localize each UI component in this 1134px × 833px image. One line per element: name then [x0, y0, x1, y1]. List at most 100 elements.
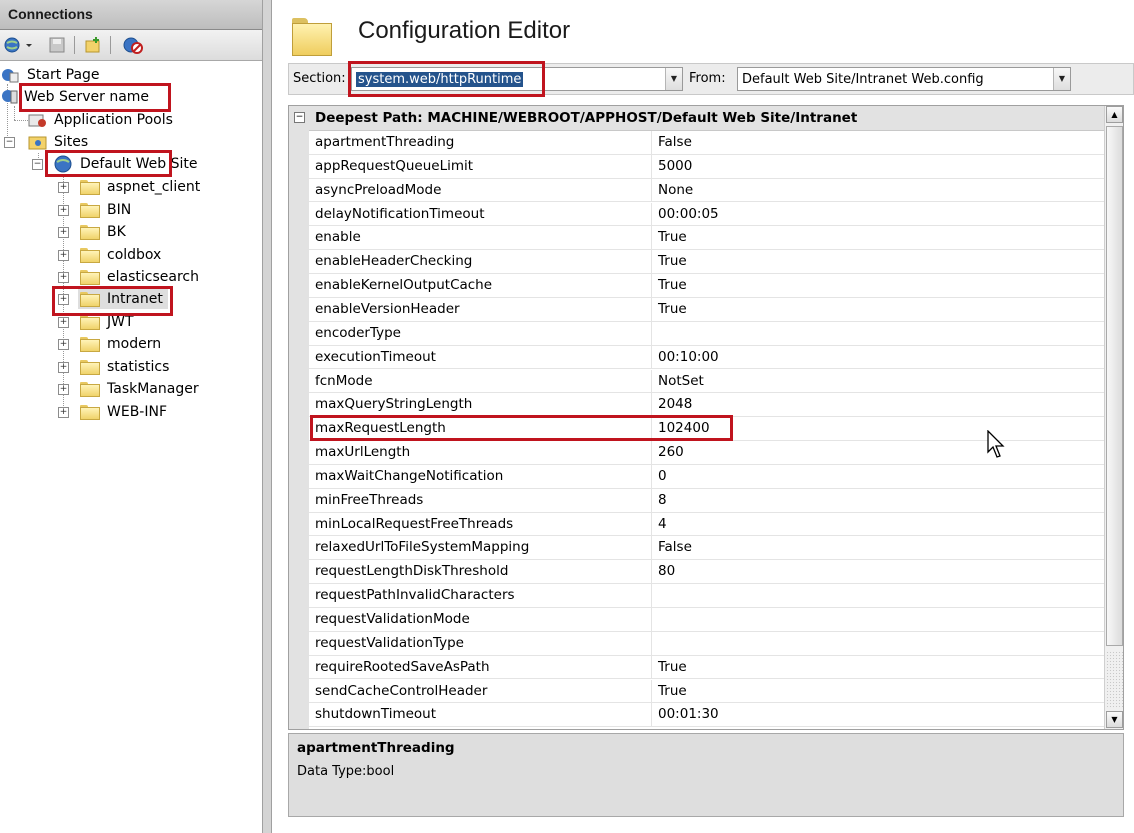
highlight-box-site: [45, 150, 172, 177]
property-row[interactable]: enableKernelOutputCache True: [309, 274, 1105, 298]
tree-item-label: elasticsearch: [107, 269, 199, 285]
property-row[interactable]: appRequestQueueLimit 5000: [309, 154, 1105, 179]
tree-item-folder[interactable]: + elasticsearch: [0, 267, 250, 287]
property-row[interactable]: minFreeThreads 8: [309, 488, 1105, 513]
application-pools-icon: [28, 114, 46, 127]
property-name: executionTimeout: [315, 348, 436, 365]
property-value[interactable]: 00:00:05: [658, 206, 719, 222]
tree-item-start-page[interactable]: Start Page: [0, 65, 250, 85]
property-value[interactable]: True: [658, 253, 687, 269]
property-value[interactable]: 260: [658, 444, 684, 460]
expand-icon[interactable]: +: [58, 250, 69, 261]
property-row[interactable]: encoderType: [309, 321, 1105, 346]
vertical-scrollbar[interactable]: ▲ ▼: [1104, 106, 1123, 729]
collapse-icon[interactable]: −: [294, 112, 305, 123]
property-value[interactable]: False: [658, 539, 692, 555]
tree-item-folder[interactable]: + BK: [0, 222, 250, 242]
property-row[interactable]: asyncPreloadMode None: [309, 178, 1105, 203]
property-name: enableHeaderChecking: [315, 253, 473, 270]
scroll-thumb[interactable]: [1106, 126, 1123, 646]
deepest-path-header[interactable]: − Deepest Path: MACHINE/WEBROOT/APPHOST/…: [289, 106, 1105, 131]
pane-splitter[interactable]: [262, 0, 272, 833]
property-value[interactable]: True: [658, 229, 687, 245]
expand-icon[interactable]: +: [58, 182, 69, 193]
expand-icon[interactable]: +: [58, 205, 69, 216]
tree-item-folder[interactable]: + modern: [0, 334, 250, 354]
property-row[interactable]: relaxedUrlToFileSystemMapping False: [309, 536, 1105, 561]
property-value[interactable]: 80: [658, 563, 675, 579]
property-value[interactable]: 8: [658, 492, 667, 508]
property-value[interactable]: NotSet: [658, 373, 704, 389]
property-value[interactable]: 00:01:30: [658, 706, 719, 722]
property-row[interactable]: requestPathInvalidCharacters: [309, 584, 1105, 608]
tree-item-folder[interactable]: + WEB-INF: [0, 402, 250, 422]
property-value[interactable]: True: [658, 683, 687, 699]
property-value[interactable]: None: [658, 182, 693, 198]
chevron-down-icon[interactable]: ▼: [665, 68, 682, 90]
property-value[interactable]: 0: [658, 468, 667, 484]
expand-icon[interactable]: +: [58, 384, 69, 395]
expand-icon[interactable]: +: [58, 272, 69, 283]
expand-icon[interactable]: +: [58, 317, 69, 328]
tree-item-folder[interactable]: + coldbox: [0, 245, 250, 265]
property-description: apartmentThreading Data Type:bool: [288, 733, 1124, 817]
property-row[interactable]: shutdownTimeout 00:01:30: [309, 703, 1105, 728]
tree-item-folder[interactable]: + statistics: [0, 357, 250, 377]
property-row[interactable]: requestValidationMode: [309, 608, 1105, 632]
save-icon[interactable]: [48, 36, 66, 54]
expand-icon[interactable]: +: [58, 407, 69, 418]
disconnect-icon[interactable]: [122, 36, 144, 54]
property-name: requestPathInvalidCharacters: [315, 587, 515, 604]
property-value[interactable]: False: [658, 134, 692, 150]
scroll-up-icon[interactable]: ▲: [1106, 106, 1123, 123]
property-row[interactable]: requestLengthDiskThreshold 80: [309, 560, 1105, 585]
property-row[interactable]: delayNotificationTimeout 00:00:05: [309, 202, 1105, 227]
property-value[interactable]: True: [658, 301, 687, 317]
collapse-icon[interactable]: −: [4, 137, 15, 148]
property-value[interactable]: True: [658, 277, 687, 293]
property-row[interactable]: maxWaitChangeNotification 0: [309, 464, 1105, 489]
property-value[interactable]: True: [658, 659, 687, 675]
from-combobox[interactable]: Default Web Site/Intranet Web.config ▼: [737, 67, 1071, 91]
connect-globe-icon[interactable]: [4, 36, 22, 54]
property-name: delayNotificationTimeout: [315, 205, 485, 222]
expand-icon[interactable]: +: [58, 362, 69, 373]
property-row[interactable]: enableVersionHeader True: [309, 297, 1105, 322]
page-title: Configuration Editor: [358, 17, 571, 44]
tree-item-folder[interactable]: + BIN: [0, 200, 250, 220]
tree-item-application-pools[interactable]: Application Pools: [0, 110, 250, 130]
scroll-down-icon[interactable]: ▼: [1106, 711, 1123, 728]
property-row[interactable]: requireRootedSaveAsPath True: [309, 655, 1105, 680]
tree-item-label: TaskManager: [107, 381, 199, 397]
chevron-down-icon[interactable]: ▼: [1053, 68, 1070, 90]
property-row[interactable]: maxQueryStringLength 2048: [309, 393, 1105, 418]
chevron-down-icon[interactable]: [24, 36, 34, 54]
property-row[interactable]: executionTimeout 00:10:00: [309, 345, 1105, 370]
highlight-box-max-request-length: [310, 415, 733, 441]
property-row[interactable]: fcnMode NotSet: [309, 369, 1105, 394]
property-name: minLocalRequestFreeThreads: [315, 515, 514, 532]
add-application-icon[interactable]: [84, 36, 102, 54]
property-row[interactable]: enable True: [309, 226, 1105, 251]
property-row[interactable]: requestValidationType: [309, 631, 1105, 656]
tree-item-folder[interactable]: + aspnet_client: [0, 177, 250, 197]
expand-icon[interactable]: +: [58, 339, 69, 350]
expand-icon[interactable]: +: [58, 227, 69, 238]
folder-icon: [80, 270, 100, 285]
property-value[interactable]: 4: [658, 516, 667, 532]
tree-item-label: WEB-INF: [107, 404, 167, 420]
connections-toolbar: [0, 30, 262, 61]
tree-item-folder[interactable]: + TaskManager: [0, 379, 250, 399]
property-value[interactable]: 00:10:00: [658, 349, 719, 365]
property-row[interactable]: minLocalRequestFreeThreads 4: [309, 512, 1105, 537]
property-value[interactable]: 5000: [658, 158, 692, 174]
property-row[interactable]: sendCacheControlHeader True: [309, 679, 1105, 704]
folder-icon: [80, 248, 100, 263]
property-value[interactable]: 2048: [658, 396, 692, 412]
tree-item-sites[interactable]: − Sites: [0, 132, 250, 152]
collapse-icon[interactable]: −: [32, 159, 43, 170]
property-row[interactable]: enableHeaderChecking True: [309, 250, 1105, 275]
property-row[interactable]: apartmentThreading False: [309, 131, 1105, 155]
connections-title: Connections: [8, 6, 93, 22]
folder-icon: [80, 405, 100, 420]
